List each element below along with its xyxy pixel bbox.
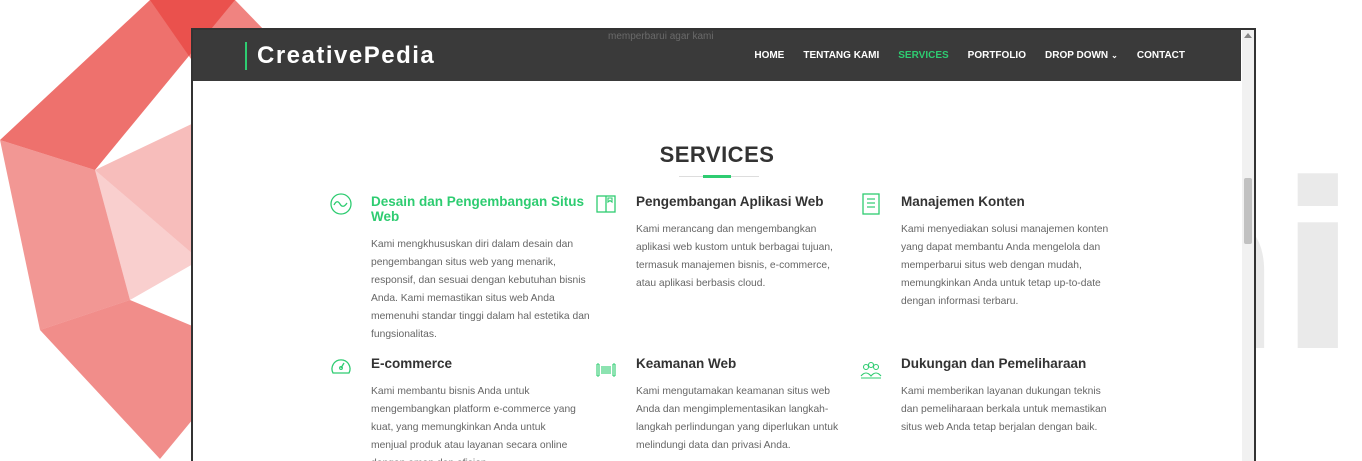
nav-item-home[interactable]: HOME [754, 50, 784, 61]
scrollbar-thumb[interactable] [1244, 178, 1252, 244]
service-title[interactable]: Desain dan Pengembangan Situs Web [371, 194, 601, 224]
nav-item-tentang-kami[interactable]: TENTANG KAMI [803, 50, 879, 61]
service-item: Manajemen Konten Kami menyediakan solusi… [862, 193, 1111, 311]
browser-viewport: memperbarui agar kami CreativePedia HOME… [191, 28, 1256, 461]
navbar: memperbarui agar kami CreativePedia HOME… [193, 30, 1241, 81]
service-description: Kami menyediakan solusi manajemen konten… [901, 224, 1109, 307]
nav-item-drop-down[interactable]: DROP DOWN ⌄ [1045, 50, 1118, 61]
scrollbar[interactable] [1242, 30, 1254, 461]
nav-item-drop-down-label: DROP DOWN [1045, 50, 1109, 61]
faded-overlap-text: memperbarui agar kami [608, 31, 714, 42]
service-description: Kami merancang dan mengembangkan aplikas… [636, 224, 833, 289]
chevron-down-icon: ⌄ [1111, 51, 1118, 60]
service-title[interactable]: E-commerce [371, 356, 581, 371]
section-title: SERVICES [659, 142, 775, 167]
service-description: Kami mengkhususkan diri dalam desain dan… [371, 239, 590, 340]
service-item: Desain dan Pengembangan Situs Web Kami m… [330, 193, 601, 344]
service-description: Kami memberikan layanan dukungan teknis … [901, 386, 1107, 433]
nav-item-portfolio[interactable]: PORTFOLIO [968, 50, 1026, 61]
service-item: Keamanan Web Kami mengutamakan keamanan … [596, 356, 841, 455]
barcode-icon [596, 363, 616, 377]
document-list-icon [862, 193, 880, 215]
service-description: Kami mengutamakan keamanan situs web And… [636, 386, 839, 451]
service-item: E-commerce Kami membantu bisnis Anda unt… [331, 356, 581, 461]
service-description: Kami membantu bisnis Anda untuk mengemba… [371, 386, 576, 461]
service-title[interactable]: Pengembangan Aplikasi Web [636, 194, 848, 209]
nav-menu: HOME TENTANG KAMI SERVICES PORTFOLIO DRO… [754, 30, 1185, 81]
scroll-up-arrow-icon[interactable] [1244, 33, 1252, 38]
activity-circle-icon [330, 193, 352, 215]
people-group-icon [860, 361, 882, 379]
service-title[interactable]: Manajemen Konten [901, 194, 1111, 209]
book-open-icon [596, 195, 616, 213]
brand-logo[interactable]: CreativePedia [245, 42, 435, 70]
service-item: Pengembangan Aplikasi Web Kami merancang… [596, 194, 848, 293]
service-title[interactable]: Dukungan dan Pemeliharaan [901, 356, 1111, 371]
speedometer-icon [331, 359, 351, 374]
nav-item-contact[interactable]: CONTACT [1137, 50, 1185, 61]
service-item: Dukungan dan Pemeliharaan Kami memberika… [860, 356, 1111, 437]
service-title[interactable]: Keamanan Web [636, 356, 841, 371]
title-accent-bar [703, 175, 731, 178]
nav-item-services[interactable]: SERVICES [898, 50, 948, 61]
